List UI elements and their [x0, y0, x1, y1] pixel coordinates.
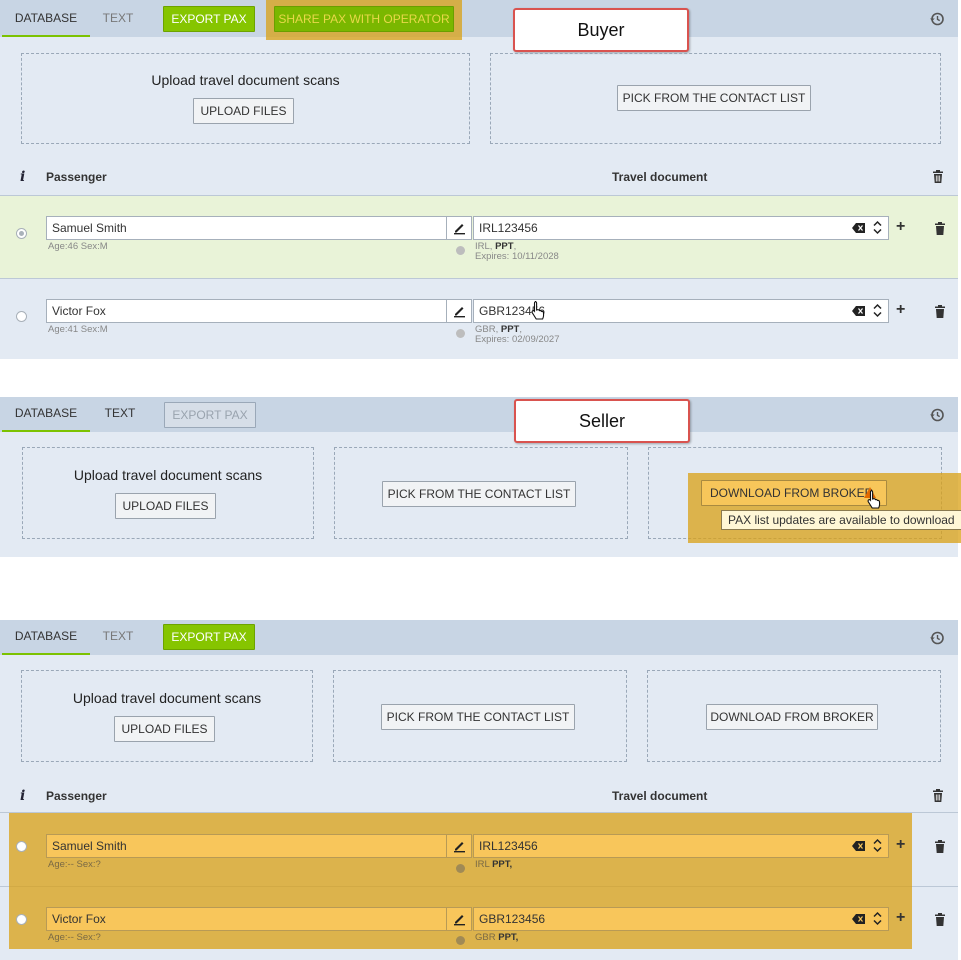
trash-icon[interactable] — [934, 222, 946, 235]
third-upload-title: Upload travel document scans — [72, 690, 262, 706]
edit-icon — [454, 224, 465, 235]
buyer-callout: Buyer — [513, 8, 689, 52]
buyer-tab-text[interactable]: TEXT — [92, 0, 144, 37]
seller-contact-box: PICK FROM THE CONTACT LIST — [334, 447, 628, 539]
third-row-2-name-input[interactable]: Victor Fox — [46, 907, 447, 931]
third-row-2-doc-info: GBR PPT, — [475, 932, 519, 943]
spinner-icon[interactable] — [873, 911, 882, 926]
buyer-row-1-doc-input[interactable]: IRL123456 — [473, 216, 889, 240]
plus-icon[interactable]: + — [896, 837, 905, 853]
buyer-export-pax-button[interactable]: EXPORT PAX — [163, 6, 255, 32]
buyer-row-2-radio[interactable] — [16, 311, 27, 322]
buyer-row-1-name-input[interactable]: Samuel Smith — [46, 216, 447, 240]
spinner-icon[interactable] — [873, 220, 882, 235]
buyer-col-travel-document: Travel document — [612, 170, 708, 184]
buyer-row-1-radio[interactable] — [16, 228, 27, 239]
buyer-contact-box: PICK FROM THE CONTACT LIST — [490, 53, 941, 144]
clear-icon[interactable] — [852, 914, 865, 924]
share-pax-with-operator-button[interactable]: SHARE PAX WITH OPERATOR — [274, 6, 454, 32]
buyer-row-1-meta: Age:46 Sex:M — [48, 241, 108, 252]
plus-icon[interactable]: + — [896, 910, 905, 926]
third-upload-box: Upload travel document scans UPLOAD FILE… — [21, 670, 313, 762]
third-upload-files-button[interactable]: UPLOAD FILES — [114, 716, 215, 742]
third-row-2-edit-button[interactable] — [446, 907, 472, 931]
third-row-1-name-input[interactable]: Samuel Smith — [46, 834, 447, 858]
seller-upload-box: Upload travel document scans UPLOAD FILE… — [22, 447, 314, 539]
buyer-row-1-status-dot — [456, 246, 465, 255]
buyer-pick-contact-button[interactable]: PICK FROM THE CONTACT LIST — [617, 85, 811, 111]
buyer-row-1-edit-button[interactable] — [446, 216, 472, 240]
buyer-upload-title: Upload travel document scans — [151, 72, 340, 88]
buyer-row-1-doc-expiry: Expires: 10/11/2028 — [475, 251, 559, 262]
buyer-upload-files-button[interactable]: UPLOAD FILES — [193, 98, 294, 124]
third-tab-text[interactable]: TEXT — [92, 620, 144, 655]
info-icon[interactable]: i — [20, 788, 25, 804]
spinner-icon[interactable] — [873, 838, 882, 853]
trash-icon[interactable] — [934, 913, 946, 926]
buyer-col-passenger: Passenger — [46, 170, 107, 184]
plus-icon[interactable]: + — [896, 302, 905, 318]
third-row-2-status-dot — [456, 936, 465, 945]
buyer-tab-database[interactable]: DATABASE — [2, 0, 90, 37]
edit-icon — [454, 307, 465, 318]
third-broker-box: DOWNLOAD FROM BROKER — [647, 670, 941, 762]
third-row-1-doc-input[interactable]: IRL123456 — [473, 834, 889, 858]
edit-icon — [454, 842, 465, 853]
clear-icon[interactable] — [852, 306, 865, 316]
buyer-row-2-meta: Age:41 Sex:M — [48, 324, 108, 335]
trash-all-icon[interactable] — [932, 170, 944, 183]
plus-icon[interactable]: + — [896, 219, 905, 235]
buyer-row-2-doc-expiry: Expires: 02/09/2027 — [475, 334, 560, 345]
trash-all-icon[interactable] — [932, 789, 944, 802]
third-col-passenger: Passenger — [46, 789, 107, 803]
third-pick-contact-button[interactable]: PICK FROM THE CONTACT LIST — [381, 704, 575, 730]
third-row-1-radio[interactable] — [16, 841, 27, 852]
third-row-2-radio[interactable] — [16, 914, 27, 925]
info-icon[interactable]: i — [20, 169, 25, 185]
seller-download-from-broker-button[interactable]: DOWNLOAD FROM BROKER — [701, 480, 887, 506]
third-row-1-status-dot — [456, 864, 465, 873]
third-download-from-broker-button[interactable]: DOWNLOAD FROM BROKER — [706, 704, 878, 730]
seller-export-pax-button: EXPORT PAX — [164, 402, 256, 428]
third-export-pax-button[interactable]: EXPORT PAX — [163, 624, 255, 650]
seller-pick-contact-button[interactable]: PICK FROM THE CONTACT LIST — [382, 481, 576, 507]
history-icon[interactable] — [929, 630, 945, 646]
third-contact-box: PICK FROM THE CONTACT LIST — [333, 670, 627, 762]
history-icon[interactable] — [929, 11, 945, 27]
buyer-row-2-status-dot — [456, 329, 465, 338]
seller-tab-text[interactable]: TEXT — [94, 397, 146, 432]
seller-callout: Seller — [514, 399, 690, 443]
third-row-2-doc-input[interactable]: GBR123456 — [473, 907, 889, 931]
clear-icon[interactable] — [852, 223, 865, 233]
seller-upload-title: Upload travel document scans — [73, 467, 263, 483]
trash-icon[interactable] — [934, 840, 946, 853]
buyer-row-2-name-input[interactable]: Victor Fox — [46, 299, 447, 323]
third-row-1-meta: Age:-- Sex:? — [48, 859, 101, 870]
seller-download-tooltip: PAX list updates are available to downlo… — [721, 510, 961, 530]
seller-tab-database[interactable]: DATABASE — [2, 397, 90, 432]
seller-upload-files-button[interactable]: UPLOAD FILES — [115, 493, 216, 519]
third-row-2-meta: Age:-- Sex:? — [48, 932, 101, 943]
hand-cursor-icon — [867, 489, 881, 509]
buyer-upload-box: Upload travel document scans UPLOAD FILE… — [21, 53, 470, 144]
hand-cursor-icon — [531, 300, 545, 320]
spinner-icon[interactable] — [873, 303, 882, 318]
buyer-row-2-edit-button[interactable] — [446, 299, 472, 323]
trash-icon[interactable] — [934, 305, 946, 318]
third-row-1-edit-button[interactable] — [446, 834, 472, 858]
clear-icon[interactable] — [852, 841, 865, 851]
edit-icon — [454, 915, 465, 926]
third-tab-database[interactable]: DATABASE — [2, 620, 90, 655]
third-col-travel-document: Travel document — [612, 789, 708, 803]
history-icon[interactable] — [929, 407, 945, 423]
third-row-1-doc-info: IRL PPT, — [475, 859, 513, 870]
